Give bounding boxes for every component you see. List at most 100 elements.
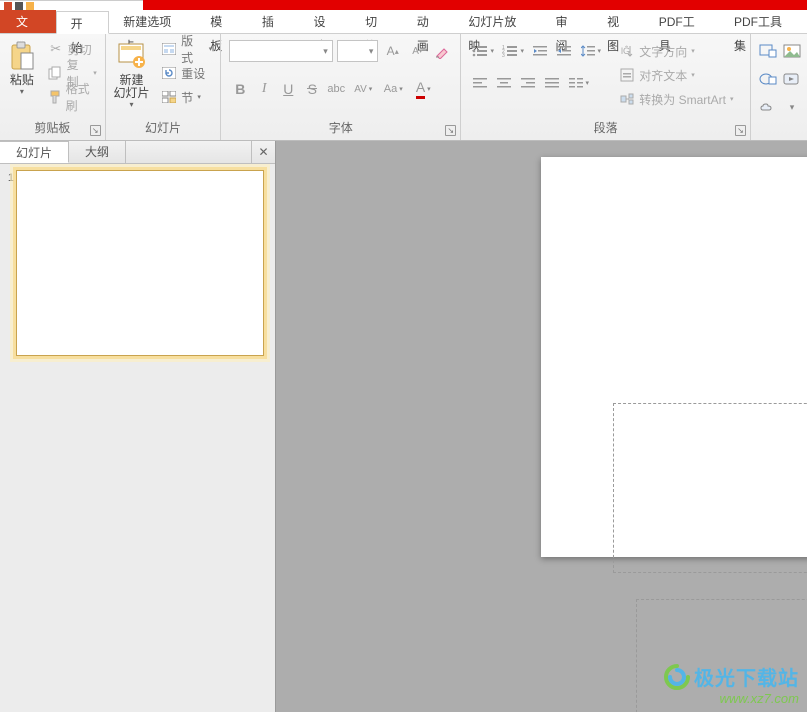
slide-canvas[interactable]: 极光下载站 www.xz7.com [276, 141, 807, 712]
group-slides-title: 幻灯片 [106, 117, 221, 140]
bold-button[interactable]: B [229, 78, 251, 100]
thumbnail-preview[interactable] [16, 170, 264, 356]
paragraph-title-text: 段落 [594, 121, 618, 135]
layout-button[interactable]: 版式 ▾ [157, 38, 216, 60]
thumbnail-list[interactable]: 1 [0, 164, 275, 712]
layout-icon [161, 41, 177, 57]
font-name-combo[interactable]: ▾ [229, 40, 333, 62]
tab-template[interactable]: 模板 [196, 10, 248, 33]
tab-pdftoolset[interactable]: PDF工具集 [720, 10, 807, 33]
title-bar [0, 0, 807, 10]
tab-slideshow[interactable]: 幻灯片放映 [454, 10, 541, 33]
font-title-text: 字体 [329, 121, 353, 135]
text-direction-button[interactable]: lĜ 文字方向 ▾ [615, 40, 737, 62]
numbering-button[interactable]: 123▾ [499, 40, 527, 62]
strike-button[interactable]: S [301, 78, 323, 100]
text-direction-icon: lĜ [619, 43, 635, 59]
tab-file[interactable]: 文件 [0, 10, 56, 33]
paste-button[interactable]: 粘贴 ▾ [4, 38, 40, 117]
qat-undo-icon[interactable] [26, 2, 34, 10]
cut-label: 剪切 [68, 41, 92, 58]
panel-tab-outline[interactable]: 大纲 [69, 141, 126, 163]
font-color-button[interactable]: A▾ [409, 78, 437, 100]
qat-save-icon[interactable] [15, 2, 23, 10]
tab-animation[interactable]: 动画 [403, 10, 455, 33]
smartart-icon [619, 91, 635, 107]
thumbnail-item[interactable]: 1 [4, 170, 271, 356]
line-spacing-button[interactable]: ▾ [577, 40, 605, 62]
tab-view[interactable]: 视图 [593, 10, 645, 33]
align-justify-button[interactable] [541, 72, 563, 94]
watermark-url: www.xz7.com [664, 691, 799, 706]
tab-pdftool[interactable]: PDF工具 [645, 10, 720, 33]
char-spacing-button[interactable]: AV▾ [349, 78, 377, 100]
newslide-button[interactable]: 新建 幻灯片 ▾ [110, 38, 154, 117]
shape-more-button[interactable]: ▾ [781, 96, 803, 118]
italic-button[interactable]: I [253, 78, 275, 100]
chevron-down-icon: ▾ [93, 69, 97, 77]
quick-access-toolbar [0, 0, 143, 10]
placeholder-title[interactable] [613, 403, 807, 573]
smartart-button[interactable]: 转换为 SmartArt ▾ [615, 88, 737, 110]
clear-format-button[interactable] [432, 40, 453, 62]
tab-insert[interactable]: 插入 [248, 10, 300, 33]
group-font: ▾ ▾ A▴ A▾ B I U S abc AV▾ Aa▾ A▾ 字体 ↘ [221, 34, 461, 140]
font-launcher[interactable]: ↘ [445, 125, 456, 136]
clipboard-title-text: 剪贴板 [34, 121, 70, 135]
change-case-button[interactable]: Aa▾ [379, 78, 407, 100]
align-center-button[interactable] [493, 72, 515, 94]
chevron-down-icon: ▾ [209, 45, 213, 53]
increase-indent-button[interactable] [553, 40, 575, 62]
formatpainter-button[interactable]: 格式刷 [44, 86, 101, 108]
ribbon: 粘贴 ▾ ✂ 剪切 复制 ▾ [0, 34, 807, 141]
underline-button[interactable]: U [277, 78, 299, 100]
tab-review[interactable]: 审阅 [541, 10, 593, 33]
group-clipboard-title: 剪贴板 ↘ [0, 117, 105, 140]
section-icon [161, 89, 177, 105]
shadow-button[interactable]: abc [325, 78, 347, 100]
grow-font-button[interactable]: A▴ [382, 40, 403, 62]
chevron-down-icon: ▾ [691, 47, 695, 55]
paragraph-launcher[interactable]: ↘ [735, 125, 746, 136]
columns-button[interactable]: ▾ [565, 72, 593, 94]
align-text-button[interactable]: 对齐文本 ▾ [615, 64, 737, 86]
shape-action-button[interactable] [781, 68, 803, 90]
shape-picture-button[interactable] [781, 40, 803, 62]
tab-transition[interactable]: 切换 [351, 10, 403, 33]
section-button[interactable]: 节 ▾ [157, 86, 216, 108]
align-text-label: 对齐文本 [639, 67, 687, 84]
formatpainter-label: 格式刷 [66, 80, 97, 114]
decrease-indent-button[interactable] [529, 40, 551, 62]
tab-home[interactable]: 开始 [56, 11, 110, 34]
clipboard-launcher[interactable]: ↘ [90, 125, 101, 136]
watermark: 极光下载站 www.xz7.com [664, 662, 799, 706]
shape-oval-button[interactable] [757, 68, 779, 90]
bullets-button[interactable]: ▾ [469, 40, 497, 62]
panel-close-button[interactable]: ✕ [251, 141, 275, 163]
panel-tab-spacer [126, 141, 251, 163]
reset-icon [161, 65, 177, 81]
shape-rect-button[interactable] [757, 40, 779, 62]
panel-tab-slides[interactable]: 幻灯片 [0, 141, 69, 163]
panel-tabs: 幻灯片 大纲 ✕ [0, 141, 275, 164]
align-left-button[interactable] [469, 72, 491, 94]
tab-design[interactable]: 设计 [300, 10, 352, 33]
workspace: 幻灯片 大纲 ✕ 1 极光下载站 www.xz7.com [0, 141, 807, 712]
layout-label: 版式 [181, 32, 205, 66]
shape-cloud-button[interactable] [757, 96, 779, 118]
ribbon-tabs: 文件 开始 新建选项卡 模板 插入 设计 切换 动画 幻灯片放映 审阅 视图 P… [0, 10, 807, 34]
watermark-text: 极光下载站 [694, 662, 799, 691]
reset-label: 重设 [181, 65, 205, 82]
group-slides: 新建 幻灯片 ▾ 版式 ▾ 重设 [106, 34, 222, 140]
reset-button[interactable]: 重设 [157, 62, 216, 84]
tab-newoption[interactable]: 新建选项卡 [109, 10, 196, 33]
group-paragraph-title: 段落 ↘ [461, 117, 750, 140]
shrink-font-button[interactable]: A▾ [407, 40, 428, 62]
font-size-combo[interactable]: ▾ [337, 40, 379, 62]
group-font-title: 字体 ↘ [221, 117, 460, 140]
group-paragraph: ▾ 123▾ ▾ ▾ lĜ 文字方向 ▾ [461, 34, 751, 140]
align-right-button[interactable] [517, 72, 539, 94]
section-label: 节 [181, 89, 193, 106]
newslide-label: 新建 幻灯片 [114, 74, 150, 100]
group-drawing-partial: ▾ [751, 34, 807, 140]
